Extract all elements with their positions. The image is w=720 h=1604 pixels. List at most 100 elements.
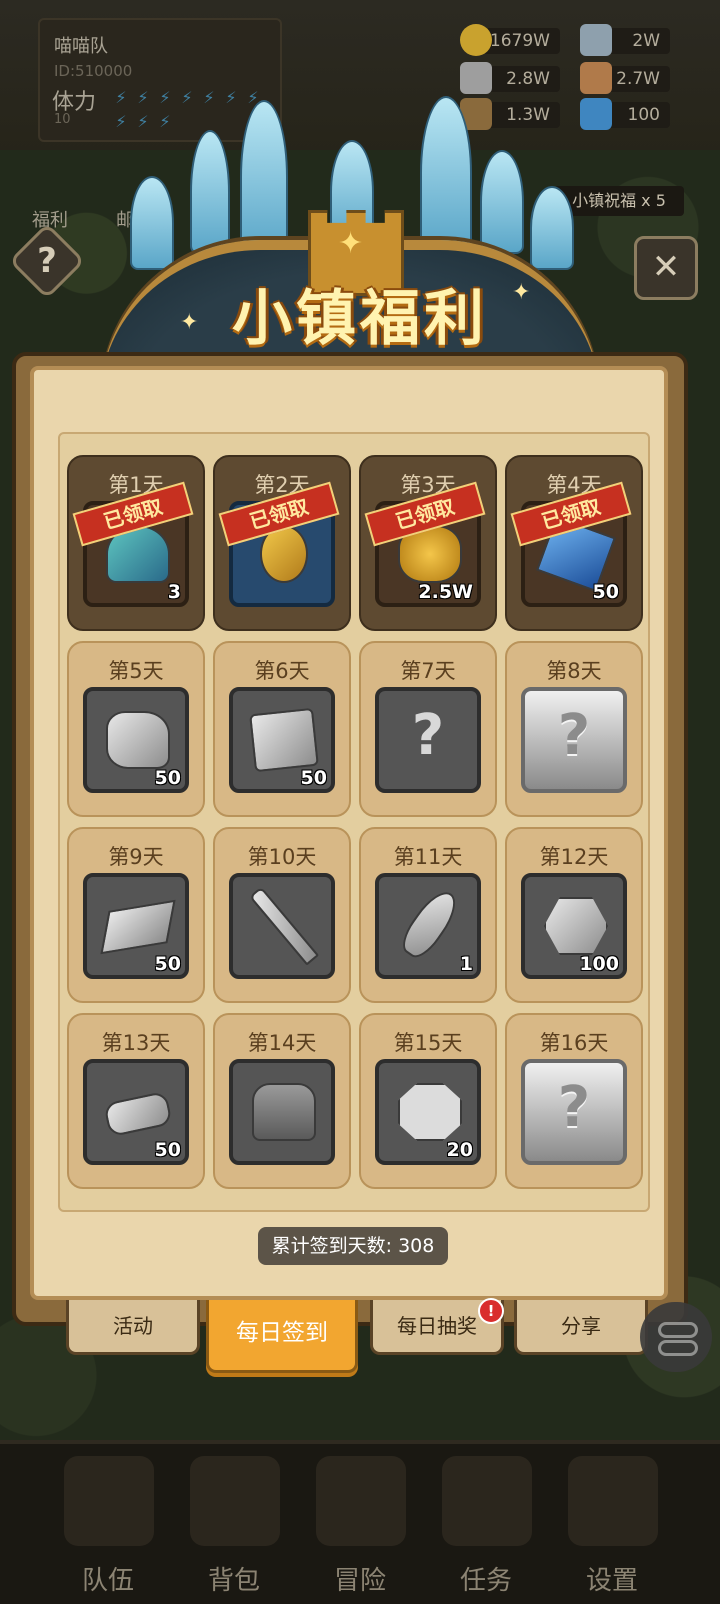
fabric-icon	[249, 707, 319, 773]
day-card-14[interactable]: 第14天	[213, 1013, 351, 1189]
tab-daily-checkin[interactable]: 每日签到	[206, 1300, 358, 1373]
resource-gold[interactable]: 1679W	[460, 24, 560, 56]
tab-share[interactable]: 分享	[514, 1300, 648, 1355]
cloth-scroll-icon	[580, 62, 612, 94]
bag-icon	[190, 1456, 280, 1546]
sparkle-icon: ✦	[180, 310, 199, 335]
reward-slot: ?	[521, 1059, 627, 1165]
crystal-decoration	[240, 100, 288, 254]
sword-icon	[248, 886, 320, 966]
nav-label: 队伍	[81, 1566, 134, 1596]
reward-count: 1	[459, 953, 473, 975]
reward-count: 50	[154, 1139, 181, 1161]
town-blessing-badge[interactable]: 小镇祝福 x 5	[554, 186, 684, 216]
reward-slot: ?	[375, 687, 481, 793]
player-id: ID:510000	[54, 62, 133, 80]
scroll-icon	[442, 1456, 532, 1546]
gold-coin-icon	[460, 24, 492, 56]
resource-wood[interactable]: 1.3W	[460, 98, 560, 130]
reward-count: 50	[300, 767, 327, 789]
day-card-7[interactable]: 第7天 ?	[359, 641, 497, 817]
day-label: 第8天	[546, 659, 602, 683]
emblem-stone-icon	[398, 1083, 462, 1141]
lightning-icon: ⚡	[203, 88, 215, 107]
ore-stone-icon	[460, 62, 492, 94]
day-label: 第7天	[400, 659, 456, 683]
nav-label: 设置	[585, 1566, 638, 1596]
lightning-icon: ⚡	[225, 88, 237, 107]
nav-adventure[interactable]: 冒险	[302, 1450, 418, 1598]
day-card-12[interactable]: 第12天 100	[505, 827, 643, 1003]
total-checkin-days: 累计签到天数: 308	[258, 1227, 448, 1265]
crystal-decoration	[130, 176, 174, 270]
nav-tasks[interactable]: 任务	[428, 1450, 544, 1598]
stone-ore-icon	[106, 711, 170, 769]
day-label: 第14天	[247, 1031, 317, 1055]
day-label: 第5天	[108, 659, 164, 683]
crossed-tools-icon: ✕	[651, 247, 681, 287]
day-label: 第16天	[539, 1031, 609, 1055]
lightning-icon: ⚡	[159, 112, 171, 131]
day-card-3[interactable]: 第3天 2.5W 已领取	[359, 455, 497, 631]
resource-cloth[interactable]: 2.7W	[580, 62, 670, 94]
lightning-icon: ⚡	[115, 88, 127, 107]
nav-team[interactable]: 队伍	[50, 1450, 166, 1598]
crystal-decoration	[530, 186, 574, 270]
nav-bag[interactable]: 背包	[176, 1450, 292, 1598]
day-card-5[interactable]: 第5天 50	[67, 641, 205, 817]
page-title: 小镇福利	[232, 284, 488, 354]
mystery-icon: ?	[411, 703, 445, 768]
day-card-10[interactable]: 第10天	[213, 827, 351, 1003]
mystery-silver-icon: ?	[557, 1075, 591, 1140]
resource-gem-value: 100	[627, 105, 660, 125]
day-card-16[interactable]: 第16天 ?	[505, 1013, 643, 1189]
player-name: 喵喵队	[54, 36, 108, 57]
backpack-icon	[252, 1083, 316, 1141]
floating-menu-handle[interactable]	[640, 1302, 712, 1372]
reward-count: 50	[154, 953, 181, 975]
day-card-9[interactable]: 第9天 50	[67, 827, 205, 1003]
reward-count: 2.5W	[418, 581, 473, 603]
ingot-icon	[100, 899, 176, 955]
player-panel[interactable]: 喵喵队 ID:510000 体力 10 ⚡ ⚡ ⚡ ⚡ ⚡ ⚡ ⚡⚡ ⚡ ⚡	[38, 18, 282, 142]
resource-wood-value: 1.3W	[506, 105, 550, 125]
nav-settings[interactable]: 设置	[554, 1450, 670, 1598]
reward-slot	[229, 1059, 335, 1165]
close-button[interactable]: ✕	[634, 236, 698, 300]
day-card-13[interactable]: 第13天 50	[67, 1013, 205, 1189]
reward-count: 50	[592, 581, 619, 603]
sparkle-icon: ✦	[512, 280, 531, 305]
day-label: 第12天	[539, 845, 609, 869]
resource-cloth-value: 2.7W	[616, 69, 660, 89]
crystal-decoration	[190, 130, 230, 254]
resource-gem[interactable]: 100	[580, 98, 670, 130]
day-label: 第10天	[247, 845, 317, 869]
reward-slot: 50	[83, 1059, 189, 1165]
reward-slot: 20	[375, 1059, 481, 1165]
gear-icon	[568, 1456, 658, 1546]
reward-count: 20	[446, 1139, 473, 1161]
notification-badge: !	[478, 1298, 504, 1324]
day-card-2[interactable]: 第2天 已领取	[213, 455, 351, 631]
day-card-4[interactable]: 第4天 50 已领取	[505, 455, 643, 631]
day-card-8[interactable]: 第8天 ?	[505, 641, 643, 817]
reward-slot: 1	[375, 873, 481, 979]
day-card-6[interactable]: 第6天 50	[213, 641, 351, 817]
day-label: 第6天	[254, 659, 310, 683]
resource-ingot[interactable]: 2W	[580, 24, 670, 56]
resource-ore[interactable]: 2.8W	[460, 62, 560, 94]
tab-activity[interactable]: 活动	[66, 1300, 200, 1355]
day-card-1[interactable]: 第1天 3 已领取	[67, 455, 205, 631]
helmet-icon	[64, 1456, 154, 1546]
lightning-icon: ⚡	[115, 112, 127, 131]
reward-count: 50	[154, 767, 181, 789]
day-label: 第15天	[393, 1031, 463, 1055]
day-card-15[interactable]: 第15天 20	[359, 1013, 497, 1189]
crystal-decoration	[420, 96, 472, 250]
metal-ingot-icon	[580, 24, 612, 56]
stamina-value: 10	[54, 112, 71, 127]
day-card-11[interactable]: 第11天 1	[359, 827, 497, 1003]
question-icon: ?	[37, 241, 57, 281]
rune-gem-icon	[544, 897, 608, 955]
resource-ingot-value: 2W	[632, 31, 660, 51]
